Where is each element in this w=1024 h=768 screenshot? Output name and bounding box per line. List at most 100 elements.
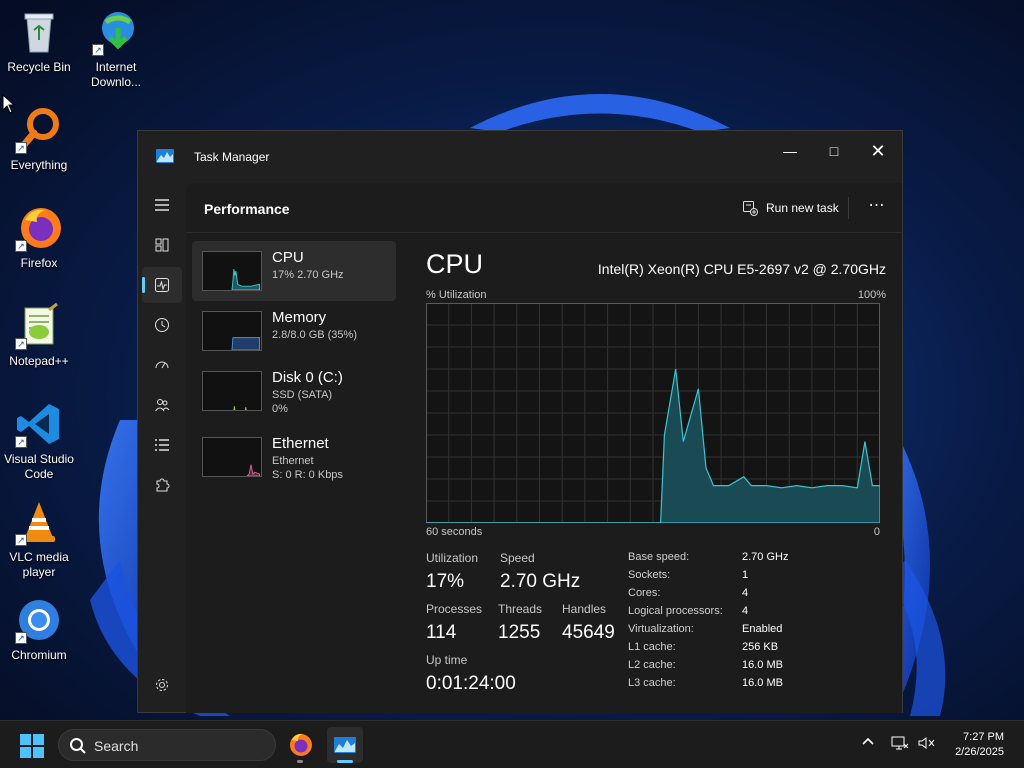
close-button[interactable]: ✕ bbox=[856, 137, 900, 165]
resource-detail: 0% bbox=[272, 403, 288, 415]
desktop-icon-vlc[interactable]: ↗ VLC media player bbox=[1, 498, 77, 580]
resource-detail: S: 0 R: 0 Kbps bbox=[272, 469, 343, 481]
services-puzzle-icon bbox=[156, 478, 170, 492]
taskbar-task-manager[interactable] bbox=[327, 727, 363, 763]
desktop-icon-label: Notepad++ bbox=[9, 354, 69, 368]
shortcut-arrow-icon: ↗ bbox=[92, 44, 104, 56]
command-bar-divider bbox=[848, 197, 849, 219]
resource-name: CPU bbox=[272, 249, 304, 266]
spec-value: Enabled bbox=[742, 623, 783, 635]
task-manager-window: Task Manager — □ ✕ Performance Run new t… bbox=[137, 130, 903, 713]
firefox-icon: ↗ bbox=[15, 204, 63, 252]
spec-key: Logical processors: bbox=[628, 605, 723, 617]
nav-users[interactable] bbox=[142, 387, 182, 423]
firefox-icon bbox=[290, 733, 312, 756]
clock-date: 2/26/2025 bbox=[955, 746, 1004, 758]
utilization-max-label: 100% bbox=[857, 289, 886, 301]
minimize-button[interactable]: — bbox=[768, 137, 812, 165]
everything-search-icon: ↗ bbox=[15, 106, 63, 154]
network-disconnected-icon bbox=[891, 736, 909, 750]
recycle-bin-icon bbox=[15, 8, 63, 56]
startup-gauge-icon bbox=[155, 361, 169, 369]
history-icon bbox=[155, 318, 169, 332]
windows-start-button[interactable] bbox=[20, 734, 44, 758]
taskbar-clock[interactable]: 7:27 PM 2/26/2025 bbox=[955, 730, 1004, 760]
hamburger-icon bbox=[155, 199, 169, 211]
nav-startup-apps[interactable] bbox=[142, 347, 182, 383]
spec-key: Virtualization: bbox=[628, 623, 694, 635]
nav-details[interactable] bbox=[142, 427, 182, 463]
threads-label: Threads bbox=[498, 602, 543, 616]
shortcut-arrow-icon: ↗ bbox=[15, 142, 27, 154]
spec-key: Cores: bbox=[628, 587, 661, 599]
graph-time-start-label: 60 seconds bbox=[426, 526, 483, 538]
desktop-icon-internet-download-manager[interactable]: ↗ Internet Downlo... bbox=[78, 8, 154, 90]
network-status-button[interactable] bbox=[891, 735, 909, 754]
speed-value: 2.70 GHz bbox=[500, 571, 581, 592]
resource-item-ethernet[interactable]: Ethernet Ethernet S: 0 R: 0 Kbps bbox=[192, 427, 396, 487]
shortcut-arrow-icon: ↗ bbox=[15, 534, 27, 546]
task-manager-app-icon bbox=[156, 149, 174, 163]
threads-value: 1255 bbox=[498, 622, 541, 643]
running-indicator bbox=[297, 760, 303, 763]
run-new-task-button[interactable]: Run new task bbox=[742, 200, 839, 216]
desktop-icon-chromium[interactable]: ↗ Chromium bbox=[1, 596, 77, 663]
nav-performance[interactable] bbox=[142, 267, 182, 303]
resource-item-disk[interactable]: Disk 0 (C:) SSD (SATA) 0% bbox=[192, 361, 396, 421]
shortcut-arrow-icon: ↗ bbox=[15, 632, 27, 644]
processes-label: Processes bbox=[426, 602, 483, 616]
chromium-icon: ↗ bbox=[15, 596, 63, 644]
resource-item-cpu[interactable]: CPU 17% 2.70 GHz bbox=[192, 241, 396, 301]
command-bar: Performance Run new task ⋯ bbox=[186, 183, 902, 233]
mouse-cursor-icon bbox=[2, 94, 16, 114]
resource-detail: Ethernet bbox=[272, 455, 314, 467]
desktop-icon-firefox[interactable]: ↗ Firefox bbox=[1, 204, 77, 271]
details-list-icon bbox=[155, 439, 169, 451]
nav-services[interactable] bbox=[142, 467, 182, 503]
desktop-icon-label: Recycle Bin bbox=[7, 60, 71, 74]
desktop-icon-label: Firefox bbox=[20, 256, 58, 270]
volume-button[interactable] bbox=[918, 735, 936, 754]
desktop-icon-label: VLC media player bbox=[9, 550, 69, 579]
nav-processes[interactable] bbox=[142, 227, 182, 263]
cpu-utilization-graph bbox=[426, 303, 880, 523]
cpu-detail-pane: CPU Intel(R) Xeon(R) CPU E5-2697 v2 @ 2.… bbox=[426, 233, 886, 713]
utilization-label: Utilization bbox=[426, 551, 479, 565]
handles-value: 45649 bbox=[562, 622, 615, 643]
nav-app-history[interactable] bbox=[142, 307, 182, 343]
vscode-icon: ↗ bbox=[15, 400, 63, 448]
shortcut-arrow-icon: ↗ bbox=[15, 436, 27, 448]
vlc-icon: ↗ bbox=[15, 498, 63, 546]
resource-detail: 17% 2.70 GHz bbox=[272, 269, 344, 281]
desktop-icon-label: Internet Downlo... bbox=[90, 60, 142, 89]
ethernet-thumbnail-graph bbox=[202, 437, 262, 477]
desktop-icon-label: Visual Studio Code bbox=[4, 452, 74, 481]
spec-key: L2 cache: bbox=[628, 659, 676, 671]
desktop-icon-everything[interactable]: ↗ Everything bbox=[1, 106, 77, 173]
spec-value: 1 bbox=[742, 569, 749, 581]
clock-time: 7:27 PM bbox=[963, 731, 1004, 743]
nav-settings[interactable] bbox=[142, 667, 182, 703]
desktop-icon-notepad-plus-plus[interactable]: ↗ Notepad++ bbox=[1, 302, 77, 369]
shortcut-arrow-icon: ↗ bbox=[15, 240, 27, 252]
handles-label: Handles bbox=[562, 602, 607, 616]
cpu-model: Intel(R) Xeon(R) CPU E5-2697 v2 @ 2.70GH… bbox=[597, 261, 886, 277]
resource-item-memory[interactable]: Memory 2.8/8.0 GB (35%) bbox=[192, 301, 396, 361]
show-hidden-icons-button[interactable] bbox=[861, 734, 875, 751]
search-icon bbox=[70, 738, 86, 754]
cpu-title: CPU bbox=[426, 249, 484, 279]
spec-value: 16.0 MB bbox=[742, 677, 783, 689]
hamburger-menu-button[interactable] bbox=[142, 187, 182, 223]
desktop-icon-vscode[interactable]: ↗ Visual Studio Code bbox=[1, 400, 77, 482]
desktop-icon-recycle-bin[interactable]: Recycle Bin bbox=[1, 8, 77, 75]
title-bar[interactable]: Task Manager — □ ✕ bbox=[138, 131, 902, 183]
taskbar-search-box[interactable]: Search bbox=[58, 729, 276, 761]
volume-muted-icon bbox=[918, 737, 935, 749]
resource-name: Memory bbox=[272, 309, 327, 326]
shortcut-arrow-icon: ↗ bbox=[15, 338, 27, 350]
search-placeholder: Search bbox=[94, 738, 139, 754]
maximize-button[interactable]: □ bbox=[812, 137, 856, 165]
navigation-rail bbox=[138, 183, 186, 713]
more-options-button[interactable]: ⋯ bbox=[862, 195, 892, 221]
taskbar-firefox[interactable] bbox=[283, 727, 319, 763]
